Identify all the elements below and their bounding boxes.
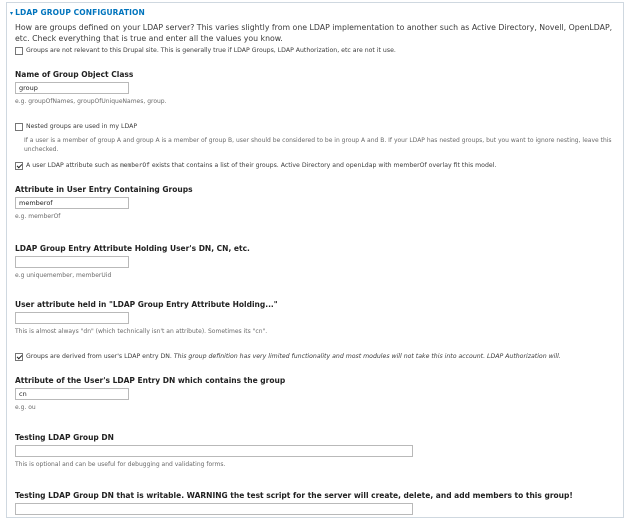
user-attr-held-label: User attribute held in "LDAP Group Entry… [15,300,278,309]
nested-groups-row: Nested groups are used in my LDAP [15,123,137,131]
groups-not-relevant-row: Groups are not relevant to this Drupal s… [15,47,396,55]
user-attr-held-input[interactable] [15,312,129,324]
group-entry-attr-description: e.g uniquemember, memberUid [15,272,112,279]
memberof-exists-label-pre: A user LDAP attribute such as [26,162,121,169]
test-group-dn-writable-label: Testing LDAP Group DN that is writable. … [15,491,573,500]
user-attr-groups-input[interactable] [15,197,129,209]
user-attr-groups-label: Attribute in User Entry Containing Group… [15,185,193,194]
fieldset-title: LDAP GROUP CONFIGURATION [15,8,145,17]
groups-not-relevant-label: Groups are not relevant to this Drupal s… [26,47,396,54]
nested-groups-label: Nested groups are used in my LDAP [26,123,138,130]
derived-from-dn-row: Groups are derived from user's LDAP entr… [15,353,561,361]
derived-from-dn-label: Groups are derived from user's LDAP entr… [26,353,561,360]
group-object-class-label: Name of Group Object Class [15,70,134,79]
memberof-code: memberOf [120,162,150,169]
group-entry-attr-label: LDAP Group Entry Attribute Holding User'… [15,244,250,253]
group-object-class-input[interactable] [15,82,129,94]
intro-text: How are groups defined on your LDAP serv… [15,23,613,43]
user-attr-groups-description: e.g. memberOf [15,213,61,220]
test-group-dn-label: Testing LDAP Group DN [15,433,114,442]
user-attr-held-description: This is almost always "dn" (which techni… [15,328,268,335]
derived-from-dn-label-pre: Groups are derived from user's LDAP entr… [26,353,172,360]
memberof-exists-label: A user LDAP attribute such as memberOf e… [26,162,496,169]
dn-attr-input[interactable] [15,388,129,400]
memberof-exists-row: A user LDAP attribute such as memberOf e… [15,162,496,170]
nested-groups-description: If a user is a member of group A and gro… [24,137,612,153]
memberof-exists-checkbox[interactable] [15,162,23,170]
test-group-dn-writable-input[interactable] [15,503,413,515]
dn-attr-label: Attribute of the User's LDAP Entry DN wh… [15,376,286,385]
collapse-triangle-icon[interactable]: ▾ [10,10,13,17]
memberof-exists-label-post: exists that contains a list of their gro… [149,162,497,169]
test-group-dn-description: This is optional and can be useful for d… [15,461,226,468]
test-group-dn-input[interactable] [15,445,413,457]
derived-from-dn-label-italic: This group definition has very limited f… [171,353,561,360]
derived-from-dn-checkbox[interactable] [15,353,23,361]
dn-attr-description: e.g. ou [15,404,36,411]
groups-not-relevant-checkbox[interactable] [15,47,23,55]
group-object-class-description: e.g. groupOfNames, groupOfUniqueNames, g… [15,98,167,105]
nested-groups-checkbox[interactable] [15,123,23,131]
fieldset-legend[interactable]: ▾ LDAP GROUP CONFIGURATION [10,8,148,17]
group-entry-attr-input[interactable] [15,256,129,268]
